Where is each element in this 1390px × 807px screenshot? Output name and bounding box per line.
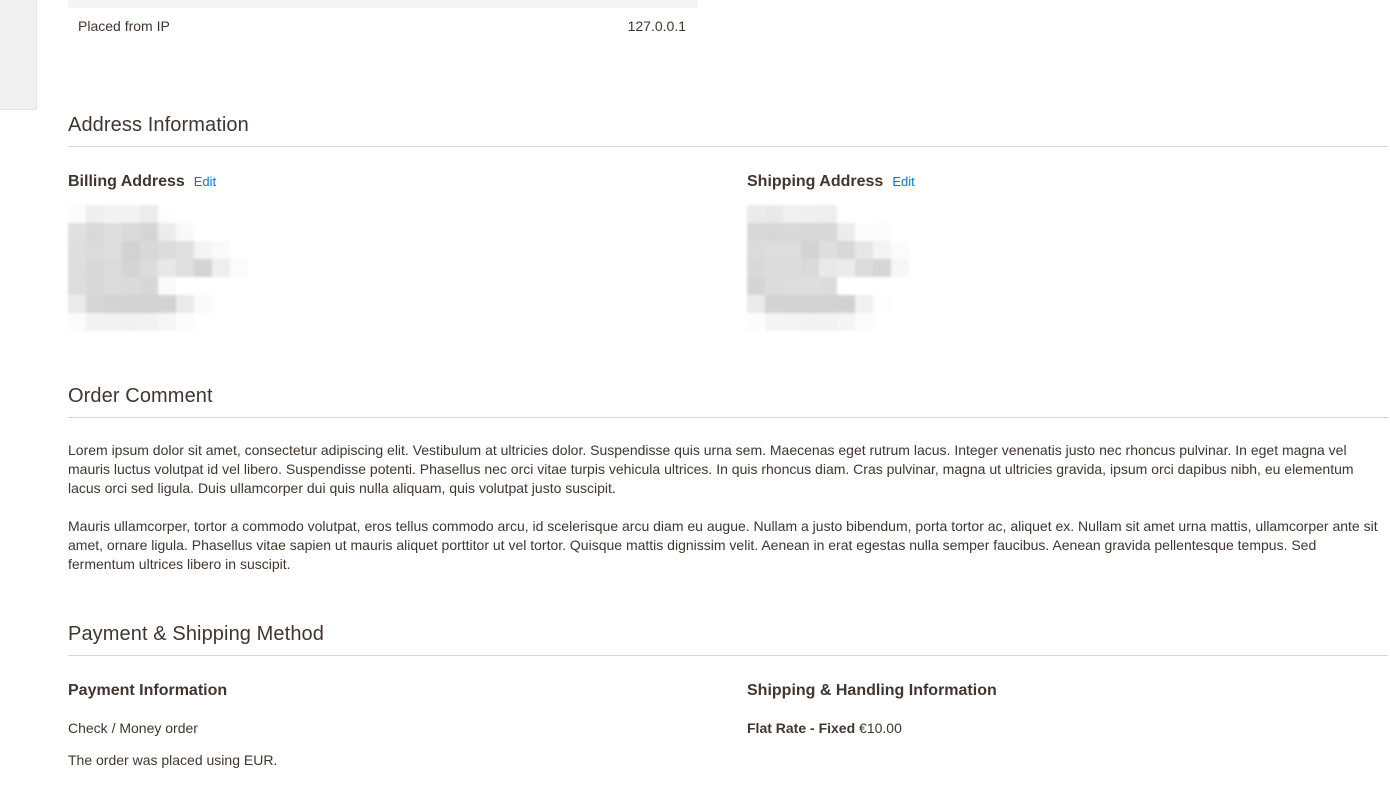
address-information-section: Address Information Billing Address Edit bbox=[68, 114, 1388, 331]
section-title-order-comment: Order Comment bbox=[68, 385, 1388, 418]
payment-shipping-columns: Payment Information Check / Money order … bbox=[68, 682, 1388, 771]
stripe-cell-value bbox=[383, 0, 698, 8]
billing-address-redacted bbox=[68, 204, 248, 331]
shipping-method-name: Flat Rate - Fixed bbox=[747, 719, 856, 736]
payment-shipping-method-section: Payment & Shipping Method Payment Inform… bbox=[68, 623, 1388, 771]
payment-information-heading: Payment Information bbox=[68, 681, 228, 699]
shipping-address-block: Shipping Address Edit bbox=[728, 173, 1388, 331]
shipping-address-redacted bbox=[747, 204, 927, 331]
order-comment-section: Order Comment Lorem ipsum dolor sit amet… bbox=[68, 385, 1388, 574]
shipping-handling-block: Shipping & Handling Information Flat Rat… bbox=[728, 682, 1388, 771]
order-information-table: Placed from IP 127.0.0.1 bbox=[68, 0, 698, 46]
order-view-page: Placed from IP 127.0.0.1 Address Informa… bbox=[0, 0, 1390, 807]
shipping-address-heading: Shipping Address bbox=[747, 172, 884, 190]
shipping-handling-heading: Shipping & Handling Information bbox=[747, 681, 997, 699]
placed-from-ip-label: Placed from IP bbox=[78, 18, 170, 34]
billing-address-heading: Billing Address bbox=[68, 172, 185, 190]
table-row-stripe bbox=[68, 0, 698, 8]
payment-currency-note: The order was placed using EUR. bbox=[68, 751, 278, 768]
shipping-method-line: Flat Rate - Fixed €10.00 bbox=[747, 718, 1358, 738]
order-comment-paragraph: Lorem ipsum dolor sit amet, consectetur … bbox=[68, 441, 1354, 496]
payment-information-block: Payment Information Check / Money order … bbox=[68, 682, 728, 771]
edit-billing-address-link[interactable]: Edit bbox=[194, 174, 216, 189]
order-comment-body: Lorem ipsum dolor sit amet, consectetur … bbox=[68, 441, 1378, 574]
section-title-payment-shipping-method: Payment & Shipping Method bbox=[68, 623, 1388, 656]
placed-from-ip-value: 127.0.0.1 bbox=[627, 18, 686, 34]
main-content: Placed from IP 127.0.0.1 Address Informa… bbox=[68, 0, 1388, 807]
table-row: Placed from IP 127.0.0.1 bbox=[68, 8, 698, 46]
order-comment-paragraph: Mauris ullamcorper, tortor a commodo vol… bbox=[68, 517, 1378, 572]
stripe-cell-label bbox=[68, 0, 383, 8]
shipping-method-amount: €10.00 bbox=[859, 719, 902, 736]
payment-method-name: Check / Money order bbox=[68, 719, 198, 736]
edit-shipping-address-link[interactable]: Edit bbox=[892, 174, 914, 189]
billing-address-block: Billing Address Edit bbox=[68, 173, 728, 331]
section-title-address-information: Address Information bbox=[68, 114, 1388, 147]
address-columns: Billing Address Edit Shipping Address Edit bbox=[68, 173, 1388, 331]
collapsed-sidebar-panel[interactable] bbox=[0, 0, 37, 110]
